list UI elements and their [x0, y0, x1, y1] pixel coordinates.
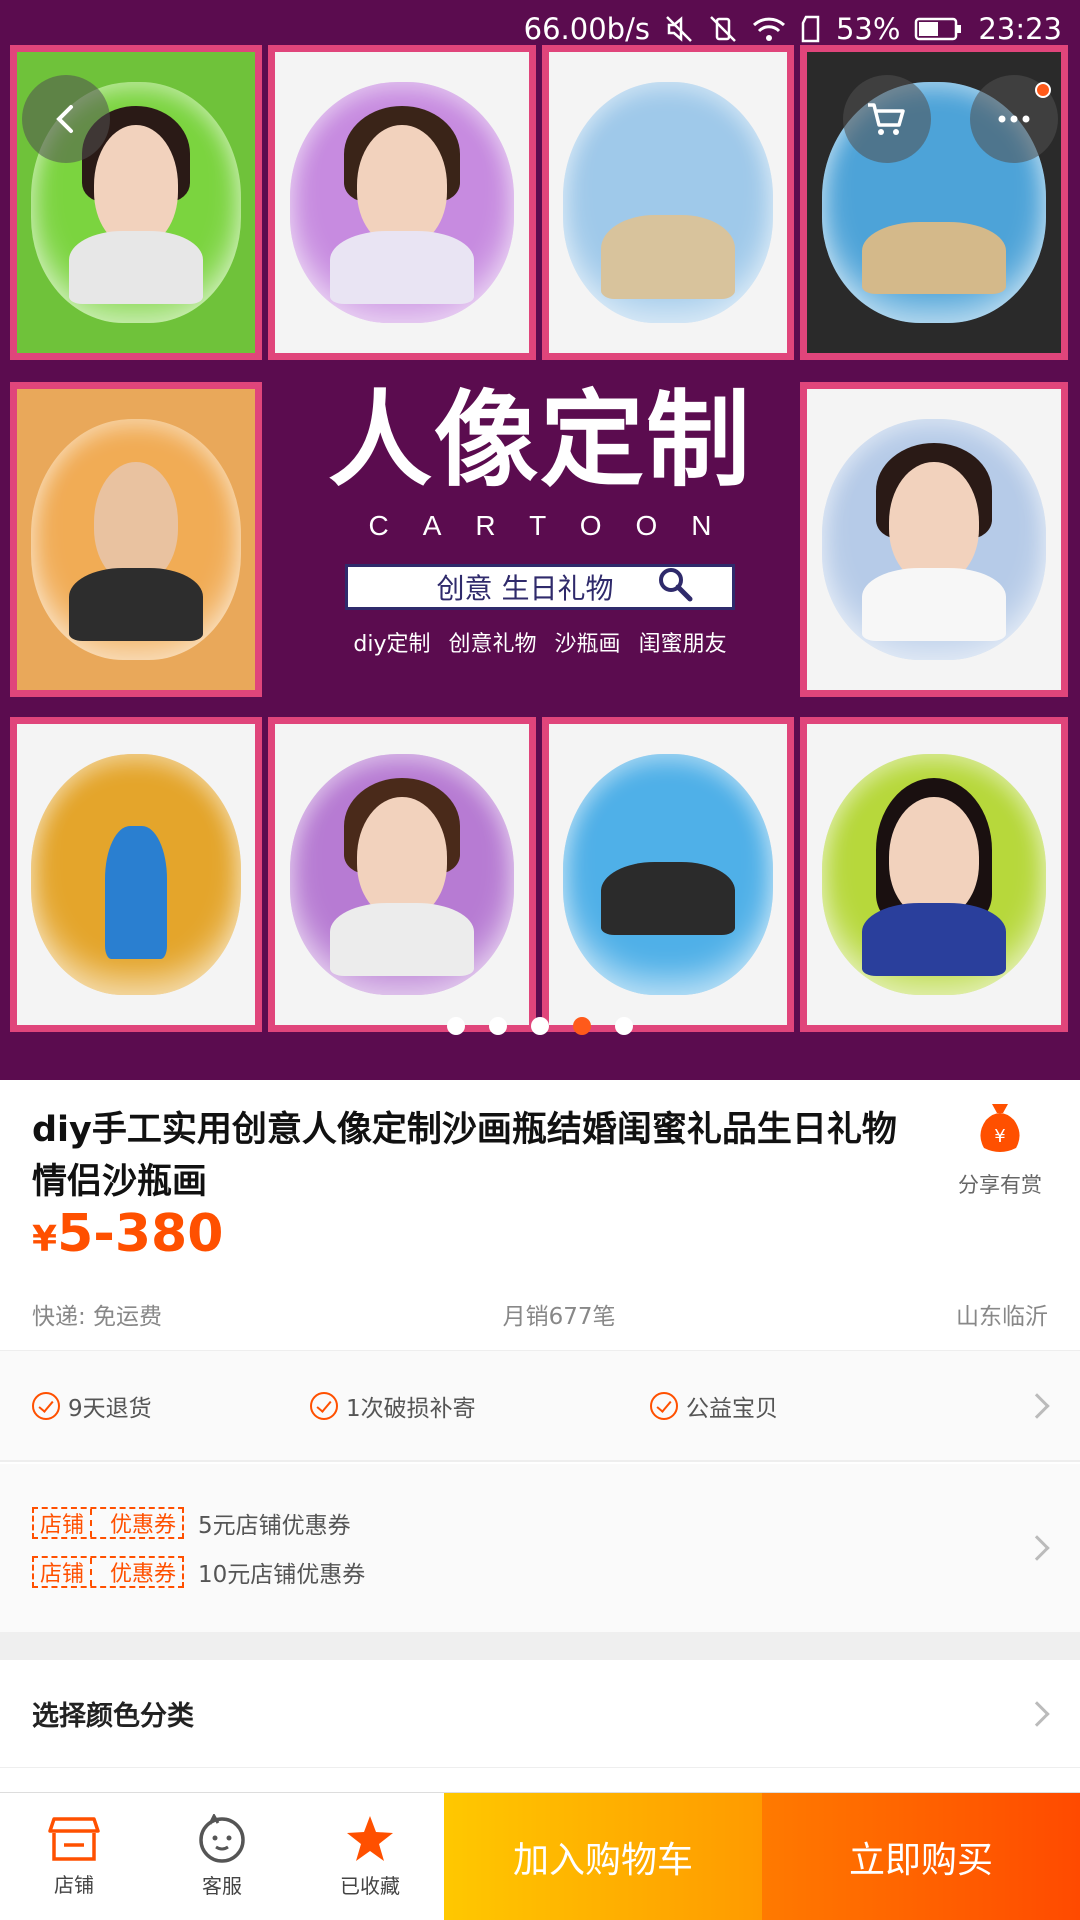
coupon-item: 店铺 优惠券 10元店铺优惠券	[32, 1555, 365, 1589]
favorite-tab[interactable]: 已收藏	[296, 1793, 444, 1920]
check-circle-icon	[650, 1391, 678, 1420]
banner-headline: 人像定制 CARTOON 创意 生日礼物 diy定制 创意礼物 沙瓶画 闺蜜朋友	[265, 380, 815, 700]
shop-tab[interactable]: 店铺	[0, 1793, 148, 1920]
banner-tag: 闺蜜朋友	[638, 632, 727, 657]
banner-tag: 创意礼物	[448, 632, 537, 657]
coupon-badge-left: 店铺	[40, 1513, 85, 1538]
carousel-dot[interactable]	[489, 1017, 507, 1035]
bottom-action-bar: 店铺 客服 已收藏 加入购物车 立即购买	[0, 1792, 1080, 1920]
product-meta: 快递: 免运费 月销677笔 山东临沂	[32, 1297, 1048, 1331]
sim-icon	[800, 15, 822, 43]
service-face-icon	[199, 1814, 245, 1863]
coupon-badge-right: 优惠券	[110, 1562, 177, 1587]
add-to-cart-button[interactable]: 加入购物车	[444, 1793, 762, 1920]
carousel-dot[interactable]	[615, 1017, 633, 1035]
notification-dot	[1035, 82, 1051, 98]
select-color-category[interactable]: 选择颜色分类	[0, 1660, 1080, 1768]
chevron-right-icon	[1024, 1392, 1050, 1419]
svg-text:¥: ¥	[994, 1126, 1005, 1147]
mute-icon	[664, 14, 694, 44]
service-item: 1次破损补寄	[310, 1389, 476, 1423]
banner-subtitle: CARTOON	[368, 510, 746, 541]
price-range: 5-380	[57, 1204, 224, 1264]
search-icon	[657, 566, 693, 609]
product-info: diy手工实用创意人像定制沙画瓶结婚闺蜜礼品生日礼物情侣沙瓶画 ¥ 分享有赏 ¥…	[0, 1080, 1080, 1350]
more-icon	[998, 115, 1030, 123]
ship-location: 山东临沂	[956, 1304, 1048, 1330]
money-bag-icon: ¥	[980, 1104, 1020, 1152]
banner-tag: 沙瓶画	[554, 632, 621, 657]
check-circle-icon	[310, 1391, 338, 1420]
battery-percent: 53%	[835, 12, 901, 46]
service-guarantees[interactable]: 9天退货 1次破损补寄 公益宝贝	[0, 1350, 1080, 1462]
select-label: 选择颜色分类	[32, 1701, 194, 1732]
cart-icon	[868, 103, 905, 135]
chevron-right-icon	[1024, 1535, 1050, 1561]
coupon-badge-left: 店铺	[40, 1562, 85, 1587]
service-label: 公益宝贝	[686, 1395, 778, 1422]
sample-photo-long-hair-girl	[800, 717, 1068, 1032]
share-label: 分享有赏	[958, 1173, 1042, 1197]
share-reward-button[interactable]: ¥ 分享有赏	[945, 1100, 1055, 1199]
currency-symbol: ¥	[32, 1219, 58, 1260]
carousel-dot-active[interactable]	[573, 1017, 591, 1035]
coupon-label: 10元店铺优惠券	[198, 1562, 366, 1588]
sample-photo-jump-couple	[542, 717, 794, 1032]
section-divider	[0, 1632, 1080, 1660]
coupon-section[interactable]: 店铺 优惠券 5元店铺优惠券 店铺 优惠券 10元店铺优惠券	[0, 1464, 1080, 1632]
chevron-right-icon	[1024, 1700, 1050, 1727]
network-speed: 66.00b/s	[523, 12, 650, 46]
cart-button[interactable]	[843, 75, 931, 163]
battery-icon	[914, 16, 964, 42]
coupon-badge-right: 优惠券	[110, 1513, 177, 1538]
back-button[interactable]	[22, 75, 110, 163]
service-label: 9天退货	[68, 1395, 152, 1422]
buy-now-button[interactable]: 立即购买	[762, 1793, 1080, 1920]
customer-service-tab[interactable]: 客服	[148, 1793, 296, 1920]
coupon-badge: 店铺 优惠券	[32, 1556, 185, 1588]
coupon-badge: 店铺 优惠券	[32, 1507, 185, 1539]
sample-photo-blue-coat	[10, 717, 262, 1032]
service-label: 1次破损补寄	[346, 1395, 476, 1422]
sample-photo-glasses-girl	[268, 717, 536, 1032]
check-circle-icon	[32, 1391, 60, 1420]
status-bar: 66.00b/s 53% 23:23	[0, 0, 1080, 58]
customer-service-label: 客服	[202, 1874, 242, 1898]
sample-photo-man	[10, 382, 262, 697]
monthly-sales: 月销677笔	[502, 1304, 616, 1330]
shipping-info: 快递: 免运费	[32, 1304, 163, 1330]
banner-tags: diy定制 创意礼物 沙瓶画 闺蜜朋友	[265, 626, 815, 658]
service-item: 公益宝贝	[650, 1389, 778, 1423]
product-image-carousel[interactable]: 66.00b/s 53% 23:23 人像定制 CARTOON 创意 生日礼物 …	[0, 0, 1080, 1080]
favorite-label: 已收藏	[340, 1874, 400, 1898]
banner-tag: diy定制	[353, 632, 431, 657]
product-price: ¥5-380	[32, 1204, 223, 1264]
carousel-dot[interactable]	[531, 1017, 549, 1035]
banner-search-text: 创意 生日礼物	[436, 572, 614, 605]
star-icon	[347, 1816, 393, 1861]
vibrate-off-icon	[708, 14, 738, 44]
banner-title: 人像定制	[327, 379, 752, 501]
sample-photo-girl	[268, 45, 536, 360]
service-item: 9天退货	[32, 1389, 152, 1423]
chevron-left-icon	[56, 105, 73, 133]
coupon-label: 5元店铺优惠券	[198, 1513, 351, 1539]
clock: 23:23	[978, 12, 1062, 46]
carousel-dot[interactable]	[447, 1017, 465, 1035]
shop-icon	[48, 1817, 100, 1861]
wifi-icon	[752, 15, 786, 43]
banner-search-graphic: 创意 生日礼物	[345, 564, 735, 610]
carousel-indicator	[0, 1017, 1080, 1035]
shop-label: 店铺	[54, 1873, 94, 1897]
coupon-item: 店铺 优惠券 5元店铺优惠券	[32, 1506, 351, 1540]
sample-photo-landmark	[542, 45, 794, 360]
product-title: diy手工实用创意人像定制沙画瓶结婚闺蜜礼品生日礼物情侣沙瓶画	[32, 1110, 897, 1202]
sample-photo-woman	[800, 382, 1068, 697]
